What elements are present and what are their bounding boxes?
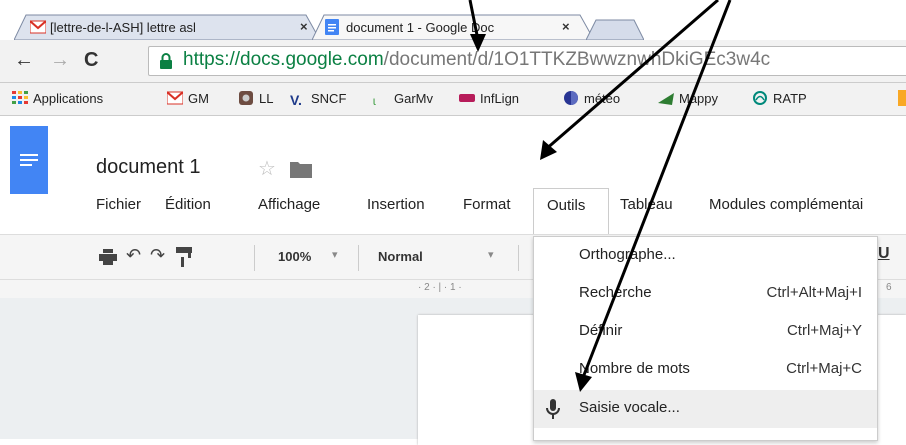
- arrow-line-outils: [544, 0, 719, 152]
- arrow-line-saisie: [582, 0, 732, 376]
- arrow-head-saisie: [575, 372, 592, 392]
- arrow-head-tab: [470, 34, 486, 52]
- annotation-arrows: [468, 0, 732, 392]
